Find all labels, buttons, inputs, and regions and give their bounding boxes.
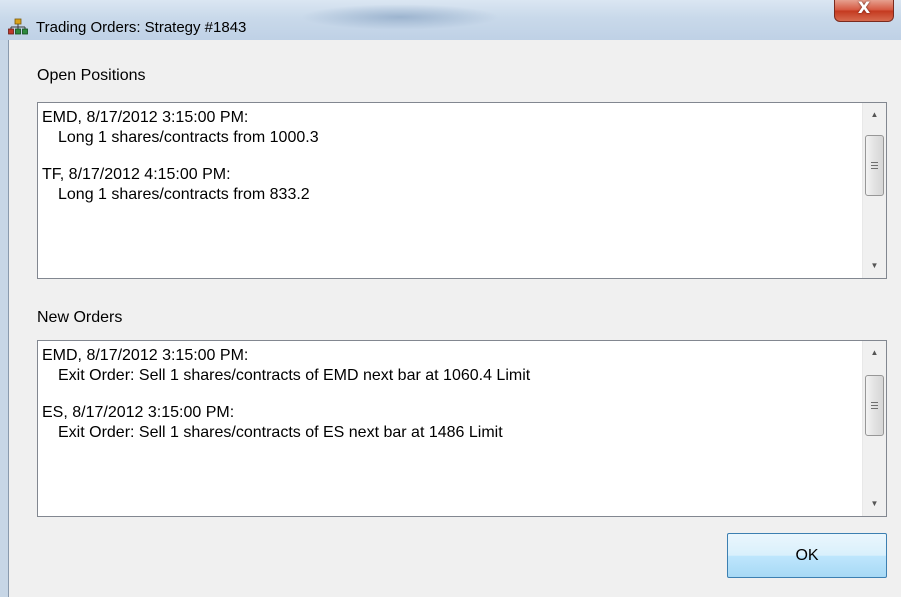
position-detail: Long 1 shares/contracts from 833.2	[58, 186, 310, 203]
window-title: Trading Orders: Strategy #1843	[36, 19, 247, 36]
order-detail: Exit Order: Sell 1 shares/contracts of E…	[58, 424, 503, 441]
new-orders-content: EMD, 8/17/2012 3:15:00 PM: Exit Order: S…	[42, 346, 530, 443]
order-detail: Exit Order: Sell 1 shares/contracts of E…	[58, 367, 531, 384]
order-header: ES, 8/17/2012 3:15:00 PM:	[42, 404, 235, 421]
position-header: TF, 8/17/2012 4:15:00 PM:	[42, 166, 231, 183]
new-orders-textbox[interactable]: EMD, 8/17/2012 3:15:00 PM: Exit Order: S…	[37, 340, 887, 517]
dialog-client-area: Open Positions EMD, 8/17/2012 3:15:00 PM…	[9, 40, 901, 597]
open-positions-label: Open Positions	[37, 67, 146, 84]
title-glow	[300, 4, 500, 30]
position-header: EMD, 8/17/2012 3:15:00 PM:	[42, 109, 249, 126]
open-positions-textbox[interactable]: EMD, 8/17/2012 3:15:00 PM: Long 1 shares…	[37, 102, 887, 279]
order-header: EMD, 8/17/2012 3:15:00 PM:	[42, 347, 249, 364]
position-detail: Long 1 shares/contracts from 1000.3	[58, 129, 319, 146]
close-button[interactable]: X	[834, 0, 894, 22]
open-positions-content: EMD, 8/17/2012 3:15:00 PM: Long 1 shares…	[42, 108, 319, 205]
scroll-up-arrow-icon[interactable]: ▲	[863, 105, 886, 125]
scroll-down-arrow-icon[interactable]: ▼	[863, 256, 886, 276]
ok-button[interactable]: OK	[727, 533, 887, 578]
network-icon	[8, 18, 28, 35]
close-icon: X	[857, 0, 871, 17]
scroll-up-arrow-icon[interactable]: ▲	[863, 343, 886, 363]
new-orders-scrollbar[interactable]: ▲ ▼	[862, 341, 886, 516]
title-bar: Trading Orders: Strategy #1843 X	[0, 0, 901, 40]
new-orders-label: New Orders	[37, 309, 123, 326]
scroll-down-arrow-icon[interactable]: ▼	[863, 494, 886, 514]
scrollbar-thumb[interactable]	[865, 375, 884, 436]
scrollbar-thumb[interactable]	[865, 135, 884, 196]
open-positions-scrollbar[interactable]: ▲ ▼	[862, 103, 886, 278]
window-frame-left	[0, 40, 8, 597]
